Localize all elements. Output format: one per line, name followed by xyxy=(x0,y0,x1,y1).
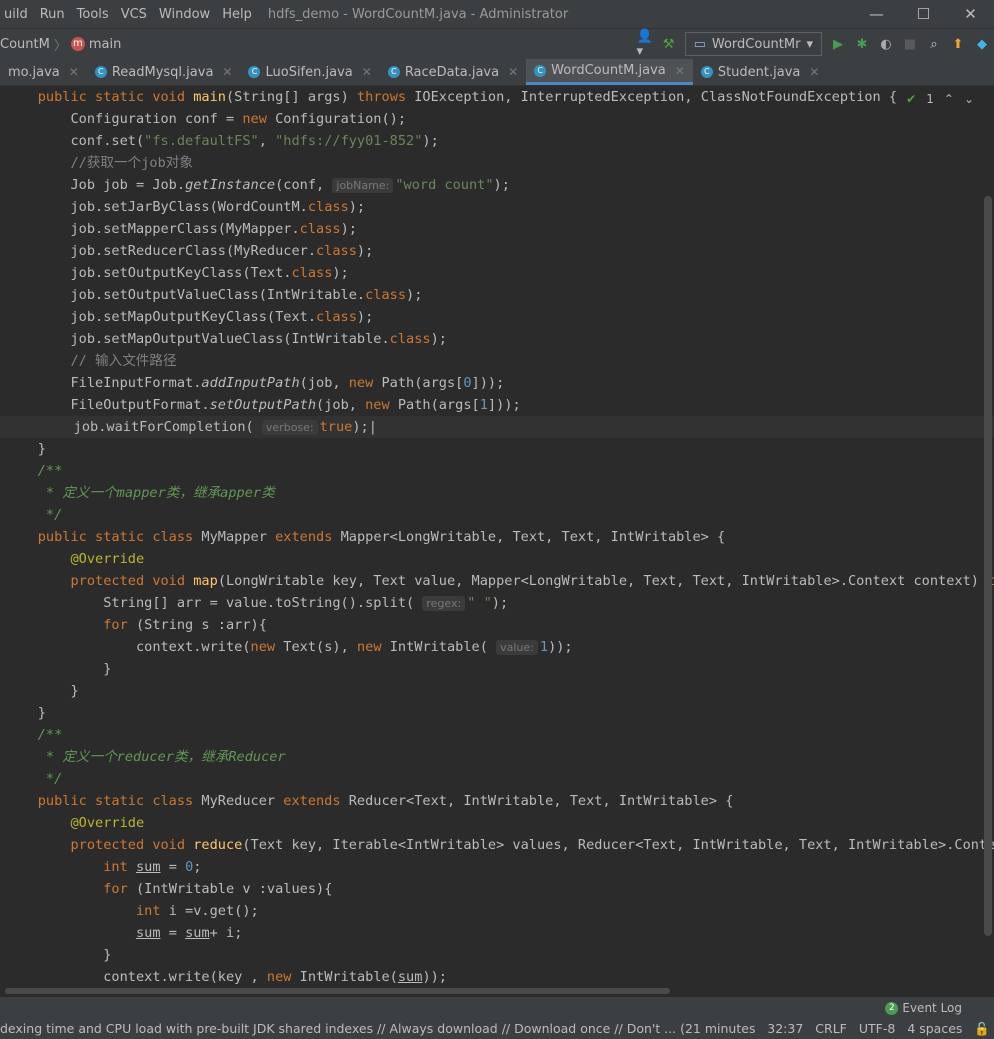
close-icon[interactable]: ✕ xyxy=(508,65,518,79)
update-icon[interactable]: ⬆ xyxy=(950,36,966,52)
vertical-scrollbar[interactable] xyxy=(984,196,992,936)
parameter-hint: value: xyxy=(496,640,538,655)
navigation-bar: CountM 〉 m main 👤▾ ⚒ ▭ WordCountMr ▾ ▶ ✱… xyxy=(0,28,994,59)
menu-bar: uild Run Tools VCS Window Help xyxy=(0,7,258,22)
close-icon[interactable]: ✕ xyxy=(362,65,372,79)
code-area[interactable]: public static void main(String[] args) t… xyxy=(0,86,994,985)
menu-build[interactable]: uild xyxy=(0,7,34,22)
tab-readmysql[interactable]: C ReadMysql.java ✕ xyxy=(87,59,241,85)
class-icon: C xyxy=(700,66,713,78)
user-icon[interactable]: 👤▾ xyxy=(636,29,652,59)
chevron-down-icon[interactable]: ⌄ xyxy=(964,92,974,106)
coverage-icon[interactable]: ◐ xyxy=(878,36,894,52)
close-icon[interactable]: ✕ xyxy=(809,65,819,79)
class-icon: C xyxy=(248,66,261,78)
tab-student[interactable]: C Student.java ✕ xyxy=(693,59,828,85)
breadcrumb-class[interactable]: CountM xyxy=(0,37,50,52)
menu-help[interactable]: Help xyxy=(216,7,258,22)
breadcrumb-method[interactable]: main xyxy=(89,37,121,52)
parameter-hint: jobName: xyxy=(332,178,394,193)
run-config-label: WordCountMr xyxy=(711,36,801,52)
tab-label: WordCountM.java xyxy=(551,63,666,78)
window-title: hdfs_demo - WordCountM.java - Administra… xyxy=(267,6,569,22)
event-count-badge: 2 xyxy=(885,1001,899,1015)
line-separator[interactable]: CRLF xyxy=(815,1021,847,1037)
tab-luosifen[interactable]: C LuoSifen.java ✕ xyxy=(240,59,379,85)
toolbar: 👤▾ ⚒ ▭ WordCountMr ▾ ▶ ✱ ◐ ■ ⌕ ⬆ ◆ xyxy=(636,29,994,59)
tab-demo[interactable]: mo.java ✕ xyxy=(0,59,87,85)
close-icon[interactable]: ✕ xyxy=(675,64,685,78)
tab-wordcountm[interactable]: C WordCountM.java ✕ xyxy=(526,59,693,85)
method-icon: m xyxy=(70,37,85,51)
code-editor[interactable]: ✔ 1 ⌃ ⌄ public static void main(String[] … xyxy=(0,86,994,994)
build-hammer-icon[interactable]: ⚒ xyxy=(661,36,677,52)
editor-tabs: mo.java ✕ C ReadMysql.java ✕ C LuoSifen.java… xyxy=(0,59,994,86)
title-bar: uild Run Tools VCS Window Help hdfs_demo… xyxy=(0,0,994,28)
minimize-button[interactable]: — xyxy=(853,0,900,28)
window-controls: — ☐ ✕ xyxy=(853,0,994,28)
tab-label: mo.java xyxy=(8,64,60,80)
warning-icon: ✔ xyxy=(906,92,917,106)
maximize-button[interactable]: ☐ xyxy=(900,0,947,28)
event-log-button[interactable]: 2 Event Log xyxy=(885,1001,962,1015)
tab-label: ReadMysql.java xyxy=(111,64,214,80)
chevron-up-icon[interactable]: ⌃ xyxy=(944,92,954,106)
status-widgets: 32:37 CRLF UTF-8 4 spaces 🔓 xyxy=(759,1021,994,1037)
status-bar: dexing time and CPU load with pre-built … xyxy=(0,1019,994,1039)
parameter-hint: regex: xyxy=(422,596,466,611)
menu-tools[interactable]: Tools xyxy=(71,7,115,22)
tab-label: RaceData.java xyxy=(404,64,500,80)
close-icon[interactable]: ✕ xyxy=(222,65,232,79)
run-config-icon: ▭ xyxy=(693,36,706,52)
horizontal-scrollbar[interactable] xyxy=(5,988,670,994)
caret-position[interactable]: 32:37 xyxy=(767,1021,803,1037)
run-configuration-select[interactable]: ▭ WordCountMr ▾ xyxy=(684,32,822,56)
breadcrumb-separator-icon: 〉 xyxy=(53,38,67,54)
event-log-label: Event Log xyxy=(902,1001,962,1015)
tab-label: LuoSifen.java xyxy=(265,64,353,80)
tab-racedata[interactable]: C RaceData.java ✕ xyxy=(380,59,526,85)
parameter-hint: verbose: xyxy=(261,420,318,435)
tool-window-bar: 2 Event Log xyxy=(0,997,994,1019)
menu-run[interactable]: Run xyxy=(34,7,71,22)
stop-icon[interactable]: ■ xyxy=(902,36,918,52)
file-encoding[interactable]: UTF-8 xyxy=(859,1021,895,1037)
lock-icon[interactable]: 🔓 xyxy=(974,1021,990,1037)
status-message[interactable]: dexing time and CPU load with pre-built … xyxy=(0,1021,788,1036)
search-icon[interactable]: ⌕ xyxy=(926,36,942,52)
close-icon[interactable]: ✕ xyxy=(69,65,79,79)
plugin-icon[interactable]: ◆ xyxy=(974,36,990,52)
class-icon: C xyxy=(387,66,400,78)
chevron-down-icon: ▾ xyxy=(806,36,813,52)
run-icon[interactable]: ▶ xyxy=(830,36,846,52)
class-icon: C xyxy=(534,64,547,77)
close-button[interactable]: ✕ xyxy=(947,0,994,28)
menu-vcs[interactable]: VCS xyxy=(115,7,153,22)
menu-window[interactable]: Window xyxy=(153,7,216,22)
indent-setting[interactable]: 4 spaces xyxy=(907,1021,962,1037)
warning-count: 1 xyxy=(926,92,934,106)
class-icon: C xyxy=(94,66,107,78)
debug-icon[interactable]: ✱ xyxy=(854,36,870,52)
tab-label: Student.java xyxy=(717,64,801,80)
inspection-widget[interactable]: ✔ 1 ⌃ ⌄ xyxy=(906,92,974,106)
